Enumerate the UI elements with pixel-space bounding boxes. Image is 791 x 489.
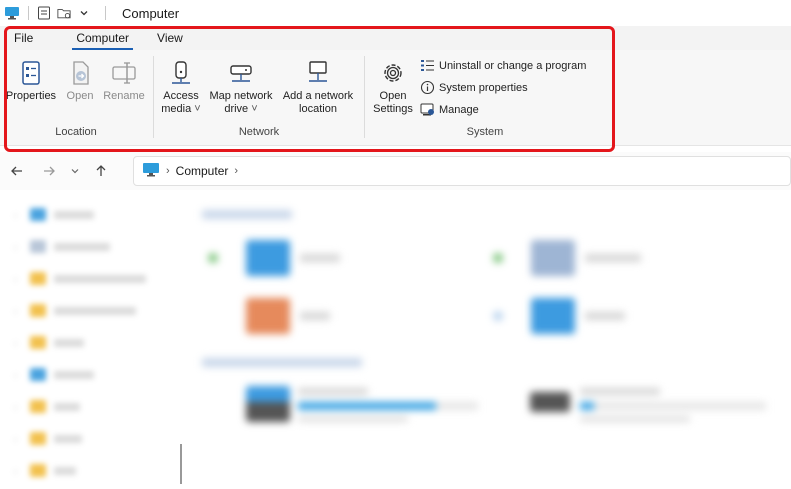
open-label: Open [66, 90, 94, 102]
drive-usage-bar [580, 402, 766, 410]
file-view [188, 196, 791, 489]
manage-icon [420, 102, 435, 117]
computer-icon [142, 162, 160, 181]
add-network-location-label-line2: location [299, 103, 337, 115]
nav-item[interactable]: › [14, 432, 82, 445]
system-group-label: System [466, 126, 504, 138]
chevron-down-icon: ˅ [251, 103, 258, 115]
access-media-label-line2: media [161, 103, 192, 115]
content-area: › › › › › › › › › [0, 196, 791, 489]
nav-item[interactable]: › [14, 336, 84, 349]
title-bar: Computer [0, 0, 791, 26]
drive-tile[interactable] [530, 392, 570, 412]
ribbon-tabs: File Computer View [0, 26, 791, 50]
navigation-pane: › › › › › › › › › [0, 196, 180, 489]
network-group-label: Network [238, 126, 280, 138]
nav-item[interactable]: › [14, 304, 136, 317]
forward-arrow-icon[interactable] [38, 160, 60, 182]
tab-computer[interactable]: Computer [72, 31, 133, 50]
drive-space-text [580, 416, 690, 422]
folder-tile[interactable] [208, 240, 340, 276]
properties-quick-icon[interactable] [37, 6, 51, 20]
location-group: Properties Open Rename Location [0, 50, 152, 146]
manage-button[interactable]: Manage [420, 102, 479, 117]
open-button[interactable]: Open [62, 60, 98, 103]
breadcrumb[interactable]: Computer [176, 164, 229, 178]
recent-locations-chevron-icon[interactable] [64, 160, 86, 182]
chevron-down-icon[interactable] [77, 6, 91, 20]
tab-file[interactable]: File [10, 31, 37, 50]
ribbon: Properties Open Rename Location Access m… [0, 50, 791, 146]
properties-icon [18, 60, 44, 86]
window-title: Computer [122, 5, 180, 21]
drive-label [580, 388, 660, 395]
chevron-right-icon: › [166, 165, 170, 177]
nav-item[interactable]: › [14, 240, 110, 253]
gear-icon [380, 60, 406, 86]
system-properties-label: System properties [439, 81, 528, 94]
uninstall-program-icon [420, 58, 435, 73]
nav-item[interactable]: › [14, 400, 80, 413]
section-header [202, 358, 362, 367]
map-network-drive-icon [228, 60, 254, 86]
access-media-label-line1: Access [163, 90, 199, 102]
divider [105, 6, 106, 20]
properties-label: Properties [5, 90, 57, 102]
map-network-drive-label-line1: Map network [209, 90, 273, 102]
access-media-button[interactable]: Access media ˅ [158, 60, 204, 116]
open-settings-label-line2: Settings [373, 103, 413, 115]
rename-button[interactable]: Rename [102, 60, 146, 103]
access-media-icon [168, 60, 194, 86]
uninstall-program-button[interactable]: Uninstall or change a program [420, 58, 586, 73]
map-network-drive-button[interactable]: Map network drive ˅ [206, 60, 276, 116]
back-arrow-icon[interactable] [6, 160, 28, 182]
drive-label [298, 388, 368, 395]
folder-tile[interactable] [246, 298, 330, 334]
computer-icon [4, 6, 20, 20]
map-network-drive-label-line2: drive [224, 103, 249, 115]
rename-label: Rename [103, 90, 145, 102]
nav-item[interactable]: › [14, 272, 146, 285]
add-network-location-button[interactable]: Add a network location [278, 60, 358, 116]
tab-view[interactable]: View [153, 31, 187, 50]
drive-tile[interactable] [246, 386, 290, 422]
folder-tile[interactable] [493, 240, 641, 276]
add-network-location-icon [305, 60, 331, 86]
open-settings-label-line1: Open [379, 90, 407, 102]
divider [28, 6, 29, 20]
properties-button[interactable]: Properties [4, 60, 58, 103]
uninstall-program-label: Uninstall or change a program [439, 59, 587, 72]
manage-label: Manage [439, 103, 479, 116]
drive-usage-bar [298, 402, 478, 410]
location-group-label: Location [55, 126, 97, 138]
info-icon [420, 80, 435, 95]
open-icon [67, 60, 93, 86]
nav-item[interactable]: › [14, 208, 94, 221]
pane-splitter[interactable] [180, 444, 182, 484]
new-folder-quick-icon[interactable] [57, 6, 71, 20]
nav-item[interactable]: › [14, 464, 76, 477]
rename-icon [111, 60, 137, 86]
drive-space-text [298, 416, 408, 422]
address-bar[interactable]: › Computer › [133, 156, 791, 186]
navigation-bar: › Computer › [0, 152, 791, 190]
nav-item[interactable]: › [14, 368, 94, 381]
network-group: Access media ˅ Map network drive ˅ Add a… [154, 50, 364, 146]
folder-tile[interactable] [493, 298, 625, 334]
chevron-down-icon: ˅ [194, 103, 201, 115]
add-network-location-label-line1: Add a network [282, 90, 354, 102]
section-header [202, 210, 292, 219]
system-properties-button[interactable]: System properties [420, 80, 528, 95]
up-arrow-icon[interactable] [90, 160, 112, 182]
open-settings-button[interactable]: Open Settings [370, 60, 416, 116]
chevron-right-icon: › [234, 165, 239, 177]
